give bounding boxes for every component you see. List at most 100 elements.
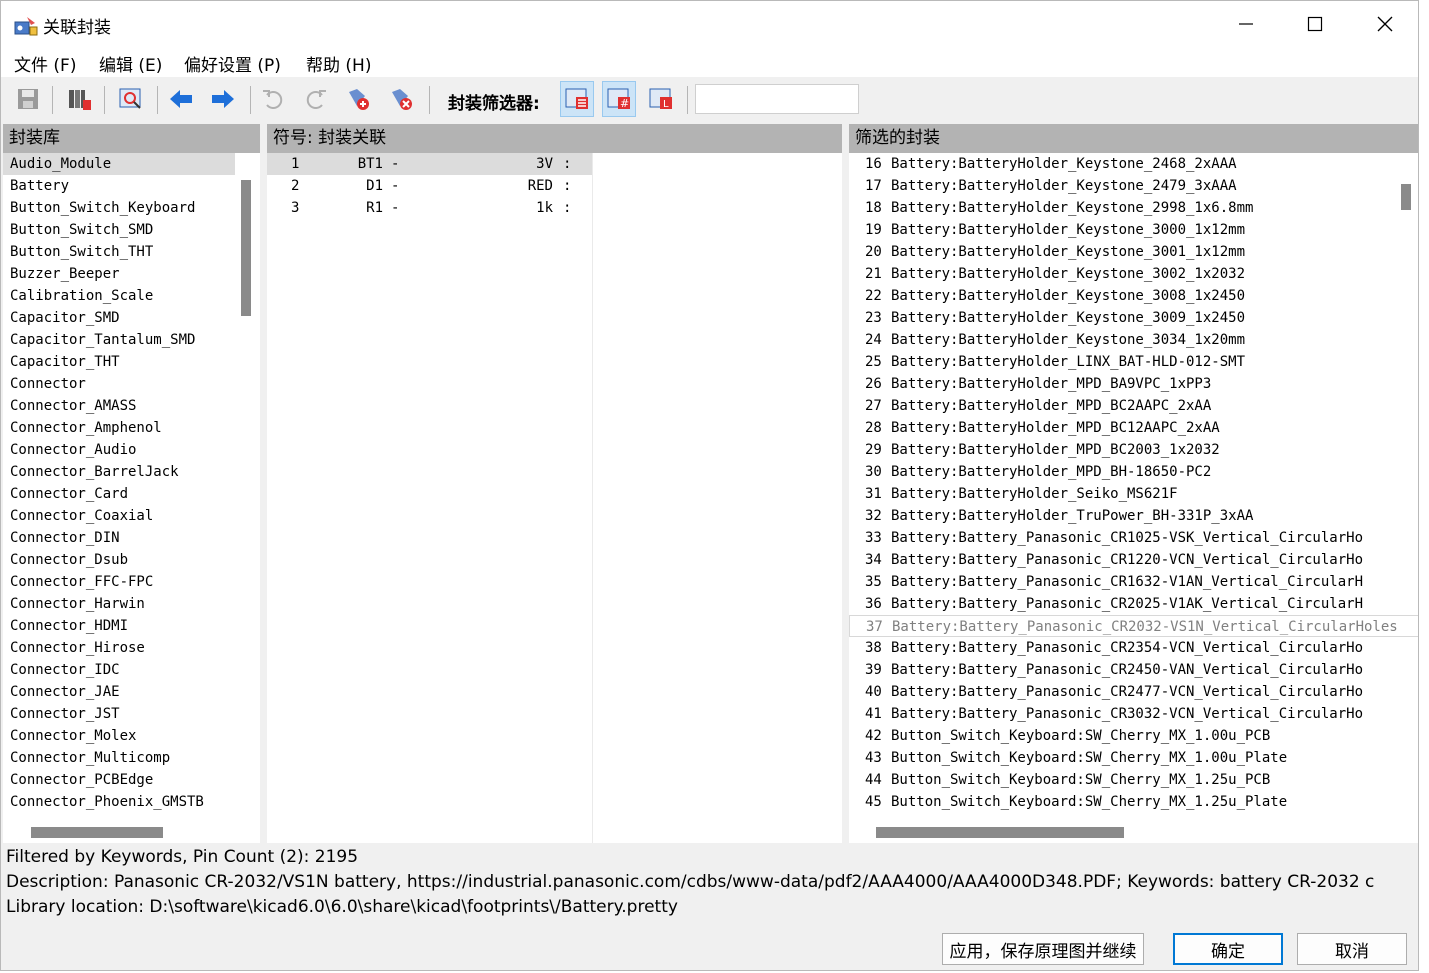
filter-by-keywords-toggle[interactable] bbox=[560, 81, 594, 117]
footprint-row[interactable]: 37 Battery:Battery_Panasonic_CR2032-VS1N_… bbox=[849, 615, 1418, 637]
auto-associate-button[interactable] bbox=[341, 81, 375, 117]
footprint-row[interactable]: 34 Battery:Battery_Panasonic_CR1220-VCN_V… bbox=[849, 549, 1394, 571]
library-item[interactable]: Capacitor_SMD bbox=[3, 307, 235, 329]
footprint-row[interactable]: 43 Button_Switch_Keyboard:SW_Cherry_MX_1.… bbox=[849, 747, 1394, 769]
svg-text:L: L bbox=[663, 99, 669, 110]
footprint-row[interactable]: 29 Battery:BatteryHolder_MPD_BC2003_1x203… bbox=[849, 439, 1394, 461]
cancel-button[interactable]: 取消 bbox=[1297, 933, 1407, 965]
library-item[interactable]: Connector_Hirose bbox=[3, 637, 235, 659]
apply-save-continue-button[interactable]: 应用，保存原理图并继续 bbox=[942, 933, 1144, 965]
symbol-row[interactable]: 2 D1- RED: bbox=[267, 175, 592, 197]
delete-associations-button[interactable] bbox=[384, 81, 418, 117]
footprint-row[interactable]: 18 Battery:BatteryHolder_Keystone_2998_1x… bbox=[849, 197, 1394, 219]
library-item[interactable]: Connector_HDMI bbox=[3, 615, 235, 637]
filter-by-library-toggle[interactable]: L bbox=[644, 81, 678, 117]
undo-button[interactable] bbox=[256, 81, 290, 117]
library-item[interactable]: Connector_BarrelJack bbox=[3, 461, 235, 483]
footprint-filter-input[interactable] bbox=[695, 84, 859, 114]
library-item[interactable]: Connector_IDC bbox=[3, 659, 235, 681]
library-item[interactable]: Calibration_Scale bbox=[3, 285, 235, 307]
footprints-panel: 16 Battery:BatteryHolder_Keystone_2468_2x… bbox=[849, 153, 1418, 843]
footprint-row[interactable]: 27 Battery:BatteryHolder_MPD_BC2AAPC_2xAA bbox=[849, 395, 1394, 417]
footprint-filter-label: 封装筛选器: bbox=[448, 94, 540, 114]
symbol-reference: BT1 bbox=[357, 156, 383, 172]
library-item[interactable]: Battery bbox=[3, 175, 235, 197]
footprint-row[interactable]: 25 Battery:BatteryHolder_LINX_BAT-HLD-012… bbox=[849, 351, 1394, 373]
footprint-row[interactable]: 21 Battery:BatteryHolder_Keystone_3002_1x… bbox=[849, 263, 1394, 285]
library-item[interactable]: Button_Switch_THT bbox=[3, 241, 235, 263]
footprints-vscroll-thumb[interactable] bbox=[1401, 184, 1411, 210]
filter-by-pin-count-toggle[interactable]: # bbox=[602, 81, 636, 117]
ok-button[interactable]: 确定 bbox=[1173, 933, 1283, 965]
footprint-row[interactable]: 45 Button_Switch_Keyboard:SW_Cherry_MX_1.… bbox=[849, 791, 1394, 813]
library-item[interactable]: Connector_Coaxial bbox=[3, 505, 235, 527]
view-footprint-button[interactable] bbox=[113, 81, 147, 117]
library-item[interactable]: Capacitor_THT bbox=[3, 351, 235, 373]
library-item[interactable]: Connector_AMASS bbox=[3, 395, 235, 417]
library-item[interactable]: Connector_FFC-FPC bbox=[3, 571, 235, 593]
menu-edit[interactable]: 编辑 (E) bbox=[99, 51, 162, 76]
library-item[interactable]: Connector_Audio bbox=[3, 439, 235, 461]
footprints-hscroll-thumb[interactable] bbox=[876, 827, 1124, 838]
library-item[interactable]: Connector_PCBEdge bbox=[3, 769, 235, 791]
library-item[interactable]: Capacitor_Tantalum_SMD bbox=[3, 329, 235, 351]
footprint-row[interactable]: 39 Battery:Battery_Panasonic_CR2450-VAN_V… bbox=[849, 659, 1394, 681]
library-item[interactable]: Button_Switch_SMD bbox=[3, 219, 235, 241]
library-table-button[interactable] bbox=[62, 81, 96, 117]
library-item[interactable]: Connector_Molex bbox=[3, 725, 235, 747]
footprint-row[interactable]: 28 Battery:BatteryHolder_MPD_BC12AAPC_2xA… bbox=[849, 417, 1394, 439]
footprint-row[interactable]: 36 Battery:Battery_Panasonic_CR2025-V1AK_… bbox=[849, 593, 1394, 615]
footprint-row[interactable]: 41 Battery:Battery_Panasonic_CR3032-VCN_V… bbox=[849, 703, 1394, 725]
footprint-row[interactable]: 26 Battery:BatteryHolder_MPD_BA9VPC_1xPP3 bbox=[849, 373, 1394, 395]
status-filter-count: Filtered by Keywords, Pin Count (2): 219… bbox=[6, 847, 359, 867]
symbol-row[interactable]: 3 R1- 1k: bbox=[267, 197, 592, 219]
library-item[interactable]: Connector_Phoenix_GMSTB bbox=[3, 791, 235, 813]
minimize-button[interactable] bbox=[1211, 1, 1281, 47]
footprint-row[interactable]: 23 Battery:BatteryHolder_Keystone_3009_1x… bbox=[849, 307, 1394, 329]
libraries-hscroll-thumb[interactable] bbox=[31, 827, 163, 838]
library-item[interactable]: Connector bbox=[3, 373, 235, 395]
symbol-row[interactable]: 1 BT1- 3V: bbox=[267, 153, 592, 175]
footprint-row[interactable]: 22 Battery:BatteryHolder_Keystone_3008_1x… bbox=[849, 285, 1394, 307]
library-item[interactable]: Audio_Module bbox=[3, 153, 235, 175]
footprint-name: Battery:Battery_Panasonic_CR1025-VSK_Ver… bbox=[891, 530, 1364, 546]
footprint-row[interactable]: 38 Battery:Battery_Panasonic_CR2354-VCN_V… bbox=[849, 637, 1394, 659]
footprint-row[interactable]: 31 Battery:BatteryHolder_Seiko_MS621F bbox=[849, 483, 1394, 505]
footprint-row[interactable]: 40 Battery:Battery_Panasonic_CR2477-VCN_V… bbox=[849, 681, 1394, 703]
redo-button[interactable] bbox=[299, 81, 333, 117]
library-item[interactable]: Buzzer_Beeper bbox=[3, 263, 235, 285]
library-item[interactable]: Connector_Multicomp bbox=[3, 747, 235, 769]
footprint-row[interactable]: 16 Battery:BatteryHolder_Keystone_2468_2x… bbox=[849, 153, 1394, 175]
footprint-row[interactable]: 32 Battery:BatteryHolder_TruPower_BH-331P… bbox=[849, 505, 1394, 527]
library-item[interactable]: Connector_DIN bbox=[3, 527, 235, 549]
menu-preferences[interactable]: 偏好设置 (P) bbox=[184, 51, 281, 76]
footprint-row[interactable]: 17 Battery:BatteryHolder_Keystone_2479_3x… bbox=[849, 175, 1394, 197]
menu-help[interactable]: 帮助 (H) bbox=[306, 51, 371, 76]
previous-symbol-button[interactable] bbox=[164, 81, 198, 117]
library-item[interactable]: Connector_Card bbox=[3, 483, 235, 505]
close-button[interactable] bbox=[1350, 1, 1418, 47]
footprint-row[interactable]: 19 Battery:BatteryHolder_Keystone_3000_1x… bbox=[849, 219, 1394, 241]
library-item[interactable]: Connector_Harwin bbox=[3, 593, 235, 615]
footprint-row[interactable]: 35 Battery:Battery_Panasonic_CR1632-V1AN_… bbox=[849, 571, 1394, 593]
library-item[interactable]: Connector_Dsub bbox=[3, 549, 235, 571]
menu-file[interactable]: 文件 (F) bbox=[14, 51, 76, 76]
library-item[interactable]: Connector_JST bbox=[3, 703, 235, 725]
footprint-row[interactable]: 42 Button_Switch_Keyboard:SW_Cherry_MX_1.… bbox=[849, 725, 1394, 747]
footprint-row[interactable]: 33 Battery:Battery_Panasonic_CR1025-VSK_V… bbox=[849, 527, 1394, 549]
library-item[interactable]: Connector_JAE bbox=[3, 681, 235, 703]
footprint-row[interactable]: 20 Battery:BatteryHolder_Keystone_3001_1x… bbox=[849, 241, 1394, 263]
footprint-row[interactable]: 44 Button_Switch_Keyboard:SW_Cherry_MX_1.… bbox=[849, 769, 1394, 791]
footprint-name: Button_Switch_Keyboard:SW_Cherry_MX_1.00… bbox=[891, 750, 1288, 766]
libraries-vscroll-thumb[interactable] bbox=[241, 180, 251, 316]
footprint-row[interactable]: 24 Battery:BatteryHolder_Keystone_3034_1x… bbox=[849, 329, 1394, 351]
library-item[interactable]: Button_Switch_Keyboard bbox=[3, 197, 235, 219]
library-item[interactable]: Connector_Amphenol bbox=[3, 417, 235, 439]
next-symbol-button[interactable] bbox=[206, 81, 240, 117]
footprint-row[interactable]: 30 Battery:BatteryHolder_MPD_BH-18650-PC2 bbox=[849, 461, 1394, 483]
footprint-name: Battery:Battery_Panasonic_CR2025-V1AK_Ve… bbox=[891, 596, 1364, 612]
footprint-number: 39 bbox=[865, 662, 882, 678]
save-button[interactable] bbox=[11, 81, 45, 117]
footprint-number: 33 bbox=[865, 530, 882, 546]
maximize-button[interactable] bbox=[1280, 1, 1350, 47]
